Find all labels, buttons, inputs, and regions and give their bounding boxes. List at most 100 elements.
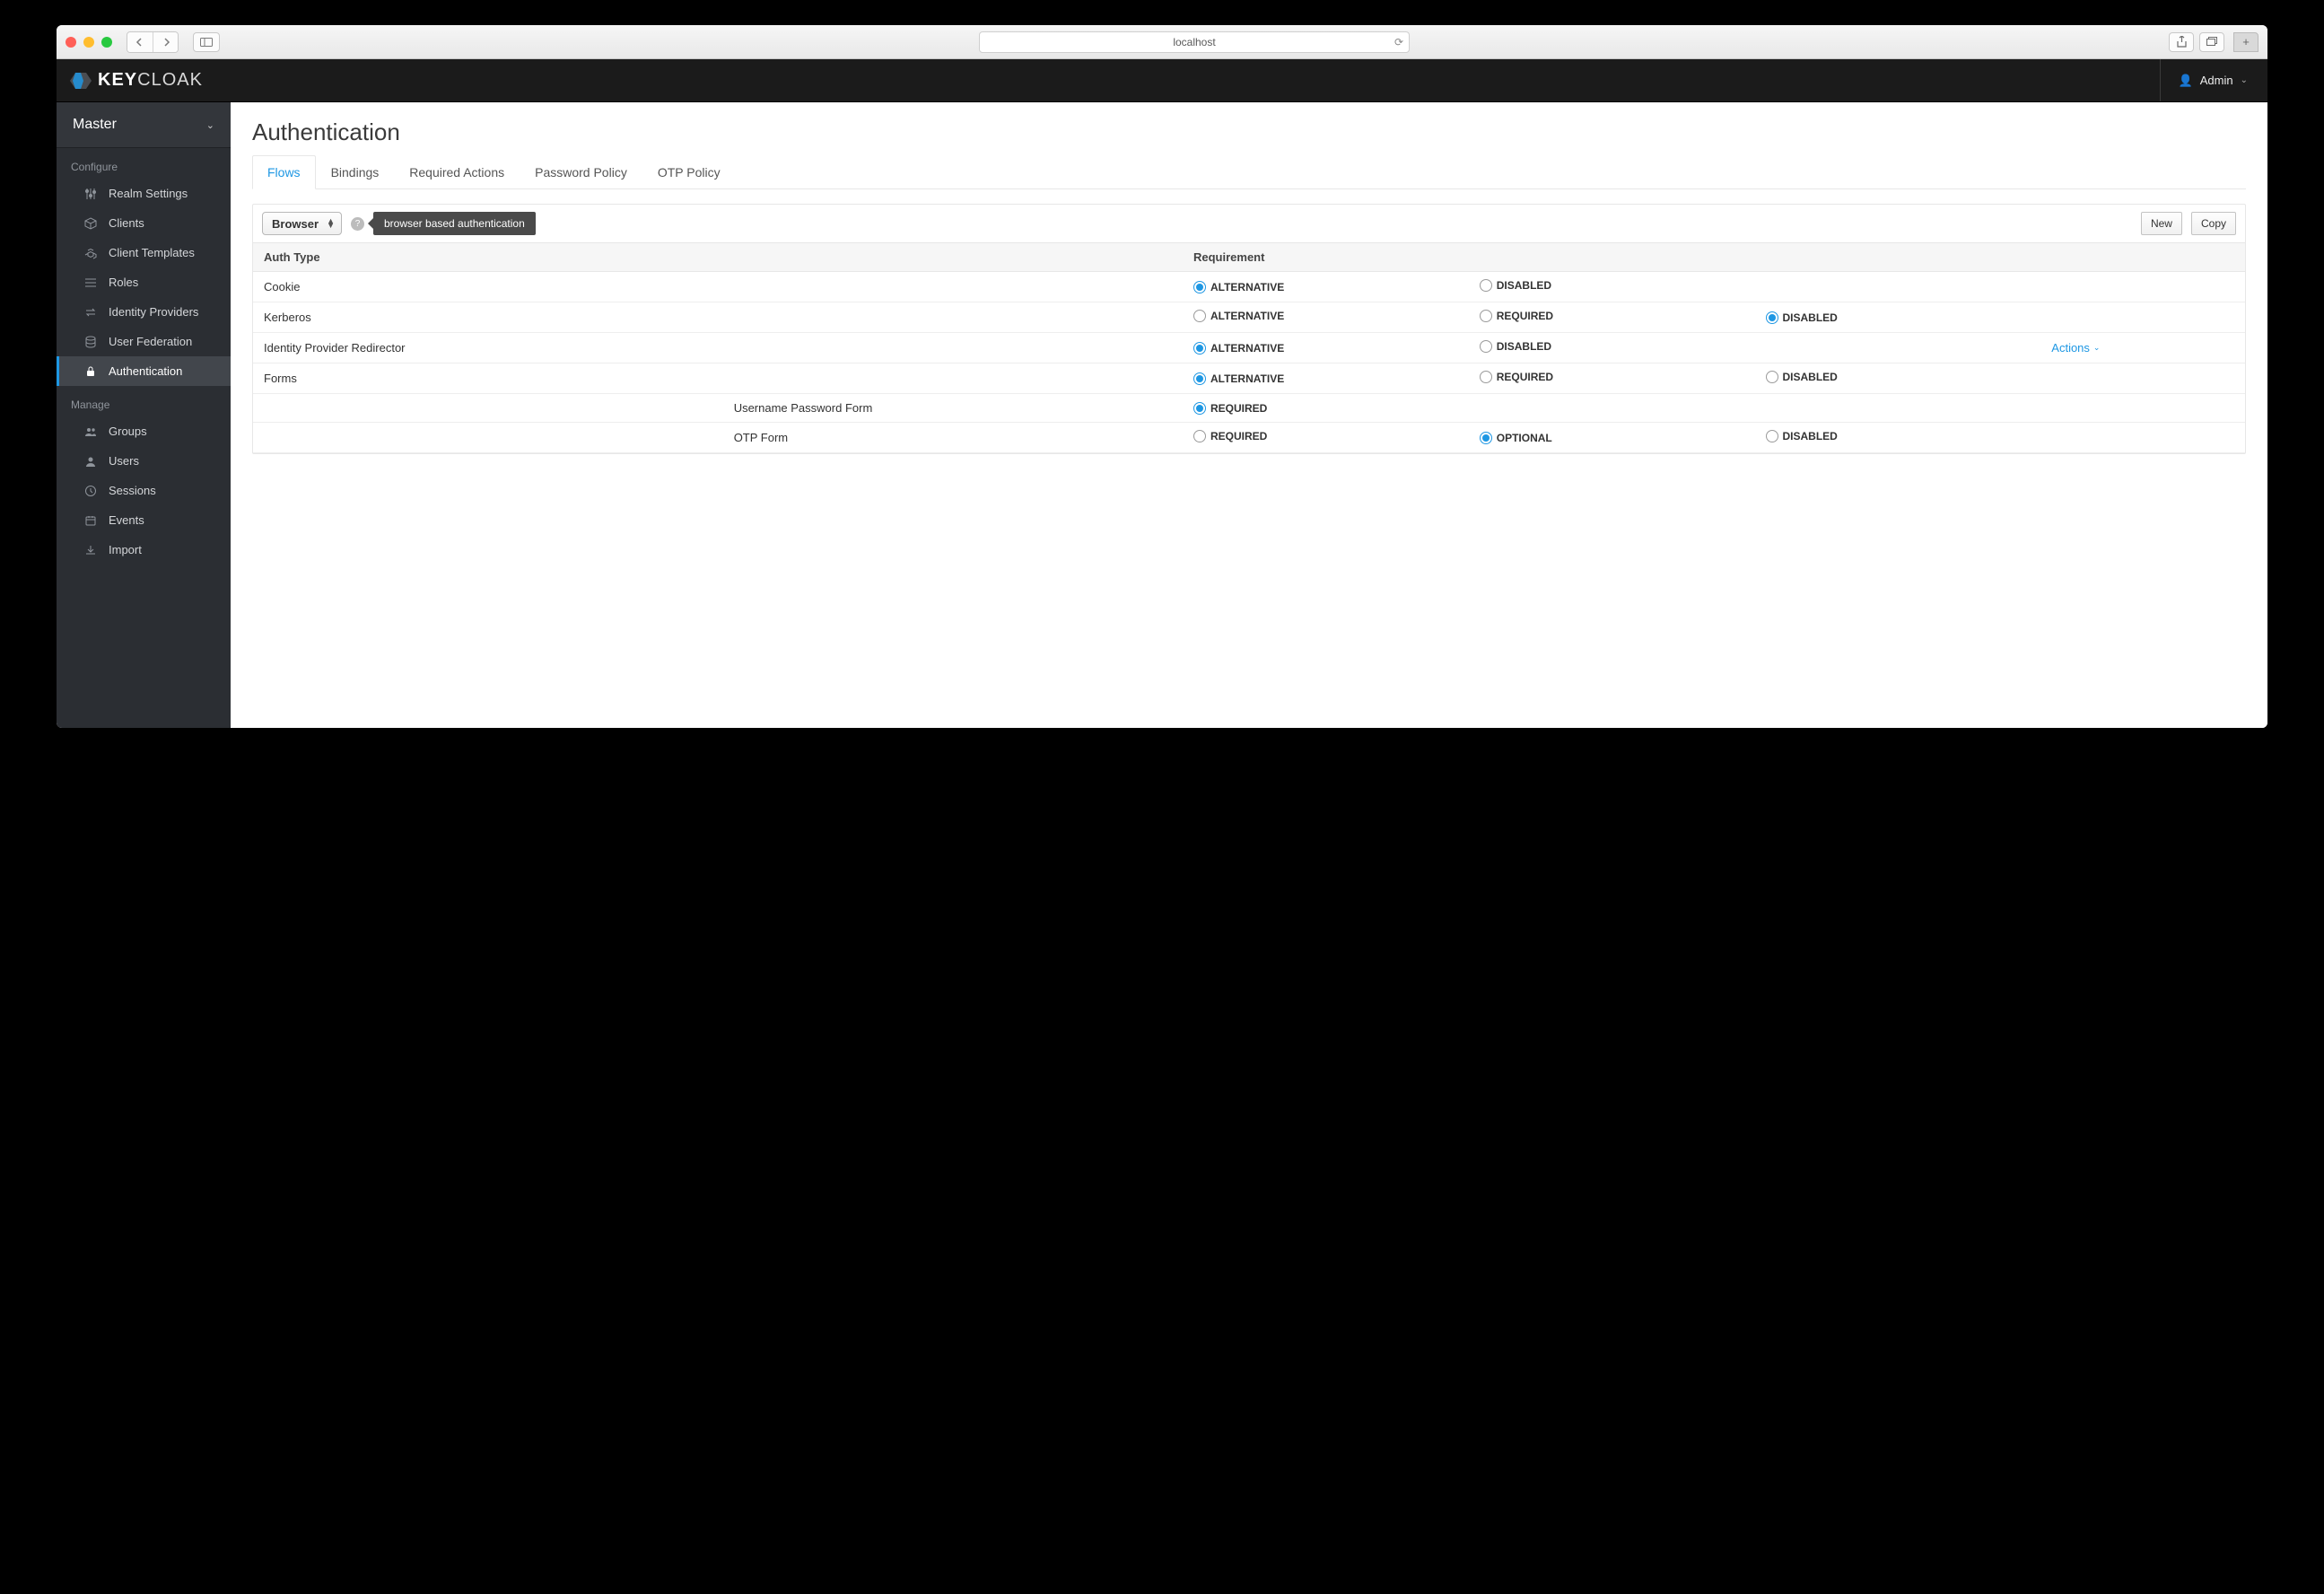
keycloak-logo-icon [69,69,92,92]
sidebar-toggle-button[interactable] [193,32,220,52]
table-row: OTP Form REQUIRED OPTIONAL DISABLED [253,423,2245,453]
reload-icon[interactable]: ⟳ [1394,36,1403,48]
sidebar-item-label: Clients [109,216,144,230]
flows-table: Auth Type Requirement CookieALTERNATIVED… [253,242,2245,453]
sidebar-item-roles[interactable]: Roles [57,267,231,297]
copy-button[interactable]: Copy [2191,212,2236,235]
flows-panel: Browser ▲▼ ? browser based authenticatio… [252,204,2246,454]
sidebar-item-user-federation[interactable]: User Federation [57,327,231,356]
realm-selector[interactable]: Master ⌄ [57,102,231,148]
sub-flow-cell: OTP Form [723,423,1183,453]
radio-icon [1480,279,1492,292]
import-icon [83,544,98,556]
flow-select[interactable]: Browser [262,212,342,235]
table-row: Username Password Form REQUIRED [253,394,2245,423]
chevron-down-icon: ⌄ [2241,75,2248,85]
help-icon[interactable]: ? [351,217,364,231]
requirement-alternative[interactable]: ALTERNATIVE [1193,372,1284,385]
auth-type-cell [253,423,723,453]
radio-icon [1766,311,1778,324]
requirement-alternative[interactable]: ALTERNATIVE [1193,310,1284,322]
tabs-button[interactable] [2199,32,2224,52]
sub-flow-cell [723,333,1183,363]
forward-button[interactable] [153,32,178,52]
user-name: Admin [2200,74,2233,87]
logo[interactable]: KEYCLOAK [69,69,203,92]
requirement-optional[interactable]: OPTIONAL [1480,432,1552,444]
group-icon [83,425,98,438]
cube-icon [83,217,98,230]
requirement-required[interactable]: REQUIRED [1193,402,1267,415]
sidebar-item-identity-providers[interactable]: Identity Providers [57,297,231,327]
tab-otp-policy[interactable]: OTP Policy [642,155,736,189]
sliders-icon [83,188,98,200]
auth-type-cell: Kerberos [253,302,723,333]
tab-required-actions[interactable]: Required Actions [394,155,520,189]
requirement-required[interactable]: REQUIRED [1193,430,1267,442]
requirement-disabled[interactable]: DISABLED [1480,340,1551,353]
section-manage: Manage [57,386,231,416]
sidebar-item-label: Import [109,543,142,556]
window-controls [66,37,112,48]
tabs: FlowsBindingsRequired ActionsPassword Po… [252,155,2246,189]
sub-flow-cell: Username Password Form [723,394,1183,423]
clock-icon [83,485,98,497]
calendar-icon [83,514,98,527]
cubes-icon [83,247,98,259]
sidebar-item-label: Users [109,454,139,468]
table-row: Kerberos ALTERNATIVE REQUIRED DISABLED [253,302,2245,333]
lock-icon [83,365,98,378]
tab-bindings[interactable]: Bindings [316,155,395,189]
requirement-alternative[interactable]: ALTERNATIVE [1193,281,1284,293]
close-window-button[interactable] [66,37,76,48]
user-icon [83,455,98,468]
requirement-disabled[interactable]: DISABLED [1766,311,1838,324]
requirement-disabled[interactable]: DISABLED [1766,371,1838,383]
url-text: localhost [1173,36,1215,48]
radio-icon [1193,402,1206,415]
sidebar-item-authentication[interactable]: Authentication [57,356,231,386]
requirement-alternative[interactable]: ALTERNATIVE [1193,342,1284,355]
radio-icon [1480,432,1492,444]
table-row: CookieALTERNATIVEDISABLED [253,272,2245,302]
radio-icon [1766,371,1778,383]
flow-tooltip: browser based authentication [373,212,536,235]
sidebar-item-label: Sessions [109,484,156,497]
list-icon [83,276,98,289]
sidebar: Master ⌄ Configure Realm SettingsClients… [57,102,231,728]
sidebar-item-clients[interactable]: Clients [57,208,231,238]
auth-type-cell [253,394,723,423]
tab-password-policy[interactable]: Password Policy [520,155,642,189]
brand-text: KEYCLOAK [98,70,203,91]
sidebar-item-import[interactable]: Import [57,535,231,565]
new-button[interactable]: New [2141,212,2182,235]
sidebar-item-users[interactable]: Users [57,446,231,476]
auth-type-cell: Forms [253,363,723,394]
table-row: Forms ALTERNATIVE REQUIRED DISABLED [253,363,2245,394]
sidebar-item-label: Client Templates [109,246,195,259]
share-button[interactable] [2169,32,2194,52]
sub-flow-cell [723,363,1183,394]
sub-flow-cell [723,302,1183,333]
requirement-disabled[interactable]: DISABLED [1766,430,1838,442]
requirement-required[interactable]: REQUIRED [1480,310,1553,322]
back-button[interactable] [127,32,153,52]
requirement-required[interactable]: REQUIRED [1480,371,1553,383]
requirement-disabled[interactable]: DISABLED [1480,279,1551,292]
maximize-window-button[interactable] [101,37,112,48]
radio-icon [1193,372,1206,385]
sidebar-item-realm-settings[interactable]: Realm Settings [57,179,231,208]
sidebar-item-events[interactable]: Events [57,505,231,535]
radio-icon [1193,342,1206,355]
minimize-window-button[interactable] [83,37,94,48]
sidebar-item-sessions[interactable]: Sessions [57,476,231,505]
tab-flows[interactable]: Flows [252,155,316,189]
address-bar[interactable]: localhost ⟳ [979,31,1410,53]
radio-icon [1193,281,1206,293]
sidebar-item-client-templates[interactable]: Client Templates [57,238,231,267]
actions-menu[interactable]: Actions⌄ [2051,341,2100,355]
new-tab-button[interactable]: + [2233,32,2258,52]
user-menu[interactable]: 👤 Admin ⌄ [2160,59,2248,101]
page-title: Authentication [252,118,2246,146]
sidebar-item-groups[interactable]: Groups [57,416,231,446]
